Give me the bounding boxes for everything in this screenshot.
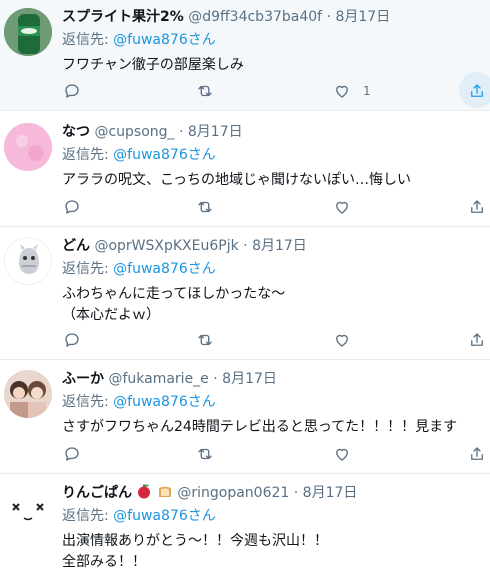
action-bar [62,194,490,220]
reply-mention-link[interactable]: @fuwa876さん [113,394,216,410]
share-icon [471,200,483,213]
reply-button[interactable] [63,441,81,467]
avatar[interactable] [4,237,52,285]
tweet-text-line: 全部みる！！ [62,554,146,570]
reply-context: 返信先: @fuwa876さん [62,258,490,280]
share-icon [471,84,483,97]
user-handle[interactable]: @cupsong_ [94,124,174,140]
display-name[interactable]: ふーか [62,371,104,387]
reply-icon [65,84,79,98]
avatar[interactable] [4,123,52,171]
tweet-date[interactable]: 8月17日 [252,238,307,254]
heart-icon [336,85,348,98]
tweet-text-line: ふわちゃんに走ってほしかったな～ [62,286,286,302]
heart-icon [336,448,348,461]
retweet-button[interactable] [196,194,214,220]
tweet-date[interactable]: 8月17日 [188,124,243,140]
separator-dot: · [243,238,248,254]
reply-context: 返信先: @fuwa876さん [62,505,490,527]
bread-emoji [157,483,173,505]
separator-dot: · [326,9,332,25]
separator-dot: · [178,124,184,140]
display-name[interactable]: どん [62,238,90,254]
share-button[interactable] [459,72,490,108]
user-handle[interactable]: @fukamarie_e [108,371,208,387]
display-name[interactable]: なつ [62,124,90,140]
avatar[interactable] [4,370,52,418]
retweet-button[interactable] [196,441,214,467]
tweet-1[interactable]: スプライト果汁2% @d9ff34cb37ba40f · 8月17日 返信先: … [0,0,490,111]
separator-dot: · [213,371,218,387]
reply-button[interactable] [63,78,81,104]
reply-prefix: 返信先: [62,508,109,524]
tweet-2[interactable]: なつ @cupsong_ · 8月17日 返信先: @fuwa876さん アララ… [0,111,490,227]
reply-icon [65,447,79,461]
heart-icon [336,201,348,214]
apple-emoji [136,483,152,505]
tweet-date[interactable]: 8月17日 [303,485,358,501]
reply-button[interactable] [63,194,81,220]
reply-prefix: 返信先: [62,394,109,410]
retweet-button[interactable] [196,78,214,104]
retweet-icon [198,85,212,97]
tweet-text: 出演情報ありがとう～！！今週も沢山！！ 全部みる！！ [62,531,490,573]
like-button[interactable] [333,194,351,220]
reply-context: 返信先: @fuwa876さん [62,391,490,413]
like-button[interactable] [333,327,351,353]
reply-mention-link[interactable]: @fuwa876さん [113,261,216,277]
share-icon [471,447,483,460]
reply-context: 返信先: @fuwa876さん [62,29,490,51]
user-handle[interactable]: @d9ff34cb37ba40f [188,9,322,25]
tweet-text: アララの呪文、こっちの地域じゃ聞けないぽい…悔しい [62,172,412,188]
action-bar [62,327,490,353]
action-bar [62,441,490,467]
share-button[interactable] [468,327,486,353]
reply-mention-link[interactable]: @fuwa876さん [113,147,216,163]
tweet-text: さすがフワちゃん24時間テレビ出ると思ってた！！！！見ます [62,419,458,435]
tweet-text-line: （本心だよｗ） [62,307,160,323]
tweet-header: ふーか @fukamarie_e · 8月17日 [62,367,490,391]
share-icon [471,333,483,346]
reply-context: 返信先: @fuwa876さん [62,144,490,166]
share-button[interactable] [468,441,486,467]
tweet-text: ふわちゃんに走ってほしかったな～ （本心だよｗ） [62,284,490,326]
reply-prefix: 返信先: [62,261,109,277]
retweet-button[interactable] [196,327,214,353]
tweet-header: なつ @cupsong_ · 8月17日 [62,120,490,144]
tweet-5[interactable]: りんごぱん @ringopan0621 · 8月17日 返信先: @fuwa87… [0,474,490,580]
like-count: 1 [363,84,371,98]
user-handle[interactable]: @ringopan0621 [177,485,289,501]
like-button[interactable]: 1 [333,78,371,104]
display-name[interactable]: スプライト果汁2% [62,9,184,25]
avatar[interactable] [4,8,52,56]
reply-mention-link[interactable]: @fuwa876さん [113,508,216,524]
tweet-header: りんごぱん @ringopan0621 · 8月17日 [62,481,490,505]
tweet-text-line: 出演情報ありがとう～！！今週も沢山！！ [62,533,328,549]
reply-prefix: 返信先: [62,147,109,163]
tweet-header: スプライト果汁2% @d9ff34cb37ba40f · 8月17日 [62,5,490,29]
tweet-date[interactable]: 8月17日 [222,371,277,387]
retweet-icon [198,334,212,346]
reply-feed: スプライト果汁2% @d9ff34cb37ba40f · 8月17日 返信先: … [0,0,490,580]
reply-prefix: 返信先: [62,32,109,48]
separator-dot: · [293,485,299,501]
action-bar: 1 [62,72,490,108]
tweet-3[interactable]: どん @oprWSXpKXEu6Pjk · 8月17日 返信先: @fuwa87… [0,227,490,360]
tweet-4[interactable]: ふーか @fukamarie_e · 8月17日 返信先: @fuwa876さん… [0,360,490,474]
like-button[interactable] [333,441,351,467]
reply-button[interactable] [63,327,81,353]
tweet-text: フワチャン徹子の部屋楽しみ [62,57,244,73]
tweet-date[interactable]: 8月17日 [335,9,390,25]
share-button[interactable] [468,194,486,220]
user-handle[interactable]: @oprWSXpKXEu6Pjk [94,238,238,254]
tweet-header: どん @oprWSXpKXEu6Pjk · 8月17日 [62,234,490,258]
retweet-icon [198,448,212,460]
retweet-icon [198,201,212,213]
avatar[interactable] [4,484,52,532]
heart-icon [336,334,348,347]
reply-icon [65,200,79,214]
reply-icon [65,333,79,347]
reply-mention-link[interactable]: @fuwa876さん [113,32,216,48]
display-name[interactable]: りんごぱん [62,485,132,501]
